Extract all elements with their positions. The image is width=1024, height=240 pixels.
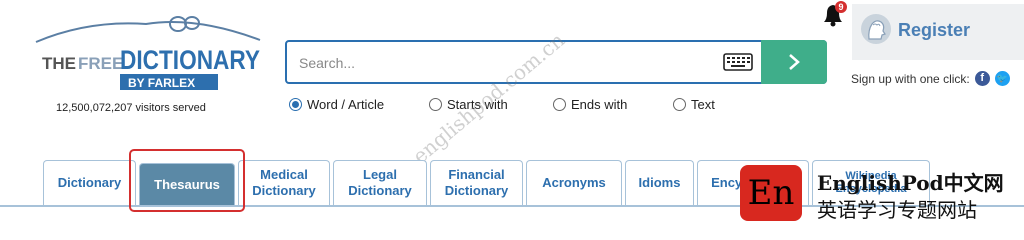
radio-label: Ends with xyxy=(571,97,628,112)
tab-idioms[interactable]: Idioms xyxy=(625,160,694,205)
radio-word-article[interactable]: Word / Article xyxy=(289,97,384,112)
chevron-right-icon xyxy=(789,54,800,70)
keyboard-icon[interactable] xyxy=(723,53,753,71)
svg-text:DICTIONARY: DICTIONARY xyxy=(120,45,260,75)
radio-selected-icon xyxy=(289,98,302,111)
tab-financial-dictionary[interactable]: Financial Dictionary xyxy=(430,160,523,205)
watermark-title: EnglishPod中文网 xyxy=(817,171,1004,195)
radio-label: Word / Article xyxy=(307,97,385,112)
tab-dictionary[interactable]: Dictionary xyxy=(43,160,136,205)
visitors-counter: 12,500,072,207 visitors served xyxy=(56,102,206,114)
radio-label: Text xyxy=(691,97,715,112)
twitter-icon[interactable]: 🐦 xyxy=(994,71,1010,86)
svg-text:THE: THE xyxy=(42,54,76,73)
radio-icon xyxy=(429,98,442,111)
register-link[interactable]: Register xyxy=(898,20,970,41)
tab-legal-dictionary[interactable]: Legal Dictionary xyxy=(333,160,427,205)
signup-text: Sign up with one click: xyxy=(851,71,970,86)
facebook-icon[interactable]: f xyxy=(974,71,990,86)
svg-text:BY FARLEX: BY FARLEX xyxy=(128,76,195,90)
register-panel[interactable]: Register xyxy=(852,4,1024,60)
watermark-logo: En xyxy=(740,165,802,221)
thesaurus-highlight-box xyxy=(129,149,245,212)
radio-text[interactable]: Text xyxy=(673,97,715,112)
search-go-button[interactable] xyxy=(761,40,827,84)
tab-medical-dictionary[interactable]: Medical Dictionary xyxy=(238,160,330,205)
user-head-icon xyxy=(861,14,891,44)
social-signup: Sign up with one click: f 🐦 xyxy=(851,71,1010,86)
svg-text:FREE: FREE xyxy=(78,54,123,73)
notification-count-badge: 9 xyxy=(838,2,843,12)
thefreedictionary-logo[interactable]: THE FREE DICTIONARY BY FARLEX xyxy=(28,14,268,96)
radio-icon xyxy=(673,98,686,111)
radio-icon xyxy=(553,98,566,111)
tab-acronyms[interactable]: Acronyms xyxy=(526,160,622,205)
radio-ends-with[interactable]: Ends with xyxy=(553,97,627,112)
watermark-subtitle: 英语学习专题网站 xyxy=(817,198,977,222)
bell-icon: 9 xyxy=(824,1,847,27)
notifications-button[interactable]: 9 xyxy=(820,0,850,28)
